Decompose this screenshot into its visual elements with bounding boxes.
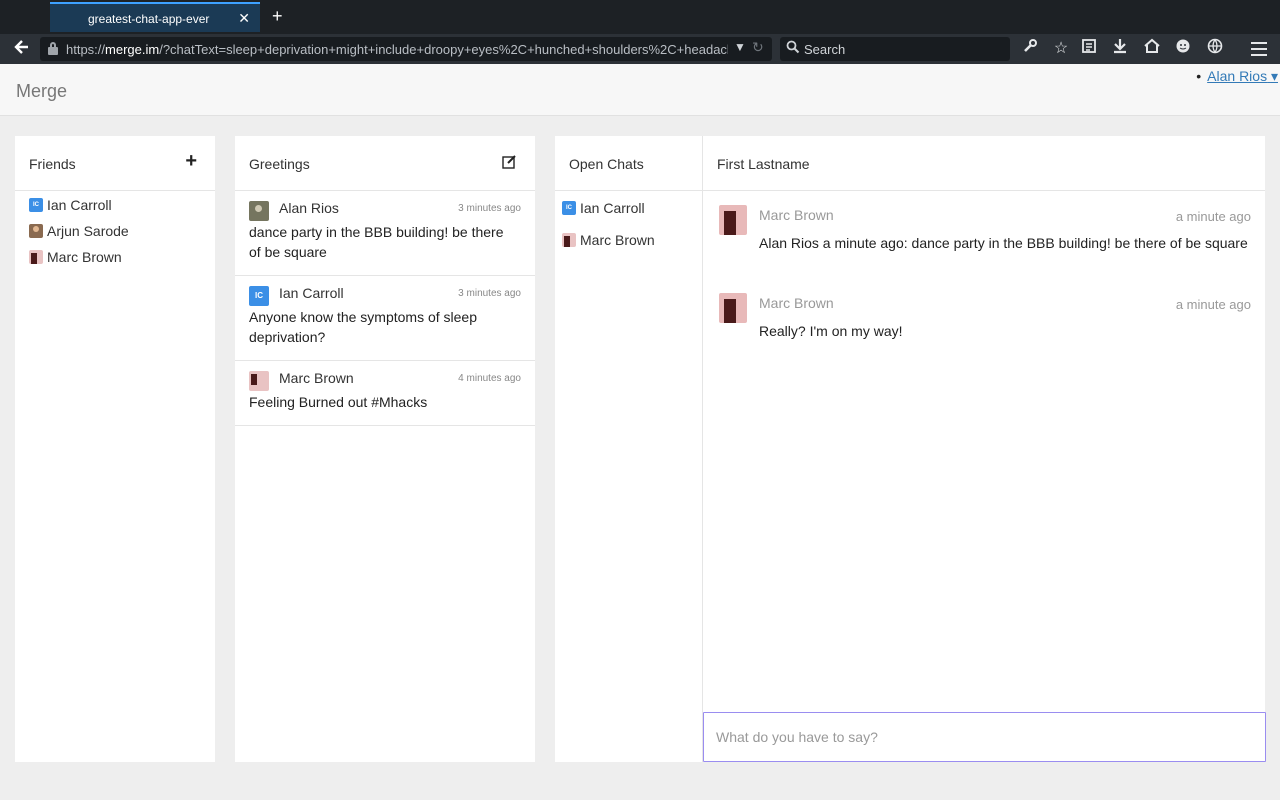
brand-logo[interactable]: Merge [16,81,67,102]
message-text: Really? I'm on my way! [759,323,903,339]
message-author: Marc Brown [759,207,834,223]
caret-down-icon: ▾ [1270,68,1278,84]
url-text[interactable]: https://merge.im/?chatText=sleep+depriva… [66,42,728,57]
bookmark-star-icon[interactable]: ☆ [1049,38,1073,60]
browser-nav-bar: https://merge.im/?chatText=sleep+depriva… [0,34,1280,64]
browser-tab-bar: greatest-chat-app-ever ✕ + [0,0,1280,34]
search-placeholder: Search [804,42,846,57]
bullet-icon: • [1196,68,1202,84]
friend-name: Marc Brown [47,249,122,265]
greetings-header: Greetings [235,136,535,191]
download-icon[interactable] [1108,38,1132,60]
chat-header: First Lastname [703,136,1265,191]
friends-panel: Friends + IC Ian Carroll Arjun Sarode Ma… [15,136,215,762]
greeting-item[interactable]: IC Ian Carroll 3 minutes ago Anyone know… [235,276,535,361]
open-chat-name: Marc Brown [580,232,655,248]
avatar [719,205,747,235]
greeting-item[interactable]: Marc Brown 4 minutes ago Feeling Burned … [235,361,535,426]
add-friend-icon[interactable]: + [185,150,197,173]
lock-icon [48,42,58,55]
chat-bubble-icon[interactable] [1171,38,1195,60]
url-bar[interactable]: https://merge.im/?chatText=sleep+depriva… [40,37,772,61]
user-menu[interactable]: • Alan Rios ▾ [1196,68,1278,85]
chat-title: First Lastname [717,156,810,172]
hamburger-menu-icon[interactable] [1249,38,1269,60]
avatar [29,224,43,238]
greeting-time: 3 minutes ago [458,203,521,214]
greeting-text: dance party in the BBB building! be ther… [249,224,504,260]
greeting-time: 3 minutes ago [458,288,521,299]
close-tab-icon[interactable]: ✕ [238,10,250,27]
greeting-author: Ian Carroll [279,285,344,301]
avatar: IC [562,201,576,215]
friends-header: Friends + [15,136,215,191]
url-prefix: https:// [66,42,106,57]
url-rest: /?chatText=sleep+deprivation+might+inclu… [159,42,728,57]
back-arrow-icon[interactable] [6,37,36,61]
chat-message: Marc Brown a minute ago Alan Rios a minu… [703,205,1265,265]
greeting-text: Anyone know the symptoms of sleep depriv… [249,309,478,345]
chat-panel: First Lastname Marc Brown a minute ago A… [703,136,1266,762]
greeting-text: Feeling Burned out #Mhacks [249,394,428,410]
chat-message: Marc Brown a minute ago Really? I'm on m… [703,293,1265,353]
greeting-time: 4 minutes ago [458,373,521,384]
tab-title: greatest-chat-app-ever [88,12,210,26]
open-chat-name: Ian Carroll [580,200,645,216]
avatar-initials: IC [249,286,269,306]
greetings-title: Greetings [249,156,310,172]
avatar [562,233,576,247]
url-dropdown-icon[interactable]: ▼ [734,40,746,54]
new-tab-button[interactable]: + [272,6,283,26]
avatar [29,250,43,264]
avatar: IC [249,286,269,306]
avatar-image [249,201,269,221]
user-menu-link[interactable]: Alan Rios ▾ [1207,68,1278,84]
friends-title: Friends [29,156,76,172]
reading-list-icon[interactable] [1077,38,1101,60]
browser-tab[interactable]: greatest-chat-app-ever ✕ [50,2,260,32]
compose-icon[interactable] [502,154,517,174]
avatar-image [249,371,269,391]
url-host: merge.im [105,42,160,57]
search-icon [786,40,800,57]
friend-name: Ian Carroll [47,197,112,213]
friend-name: Arjun Sarode [47,223,129,239]
message-time: a minute ago [1175,297,1251,312]
message-composer[interactable] [703,712,1266,762]
message-input[interactable] [716,727,1246,747]
app-header: Merge • Alan Rios ▾ [0,64,1280,116]
avatar [719,293,747,323]
message-text: Alan Rios a minute ago: dance party in t… [759,235,1248,251]
open-chats-panel: Open Chats IC Ian Carroll Marc Brown [555,136,703,762]
avatar: IC [29,198,43,212]
greeting-item[interactable]: Alan Rios 3 minutes ago dance party in t… [235,191,535,276]
greetings-panel: Greetings Alan Rios 3 minutes ago dance … [235,136,535,762]
home-icon[interactable] [1140,38,1164,60]
reload-icon[interactable]: ↻ [752,39,764,56]
wrench-icon[interactable] [1018,38,1042,60]
message-time: a minute ago [1175,209,1251,224]
message-author: Marc Brown [759,295,834,311]
greeting-author: Alan Rios [279,200,339,216]
search-bar[interactable]: Search [780,37,1010,61]
globe-icon[interactable] [1203,38,1227,60]
open-chats-title: Open Chats [569,156,644,172]
avatar [249,201,269,221]
greeting-author: Marc Brown [279,370,354,386]
open-chats-header: Open Chats [555,136,702,191]
current-user-name: Alan Rios [1207,68,1268,84]
avatar [249,371,269,391]
